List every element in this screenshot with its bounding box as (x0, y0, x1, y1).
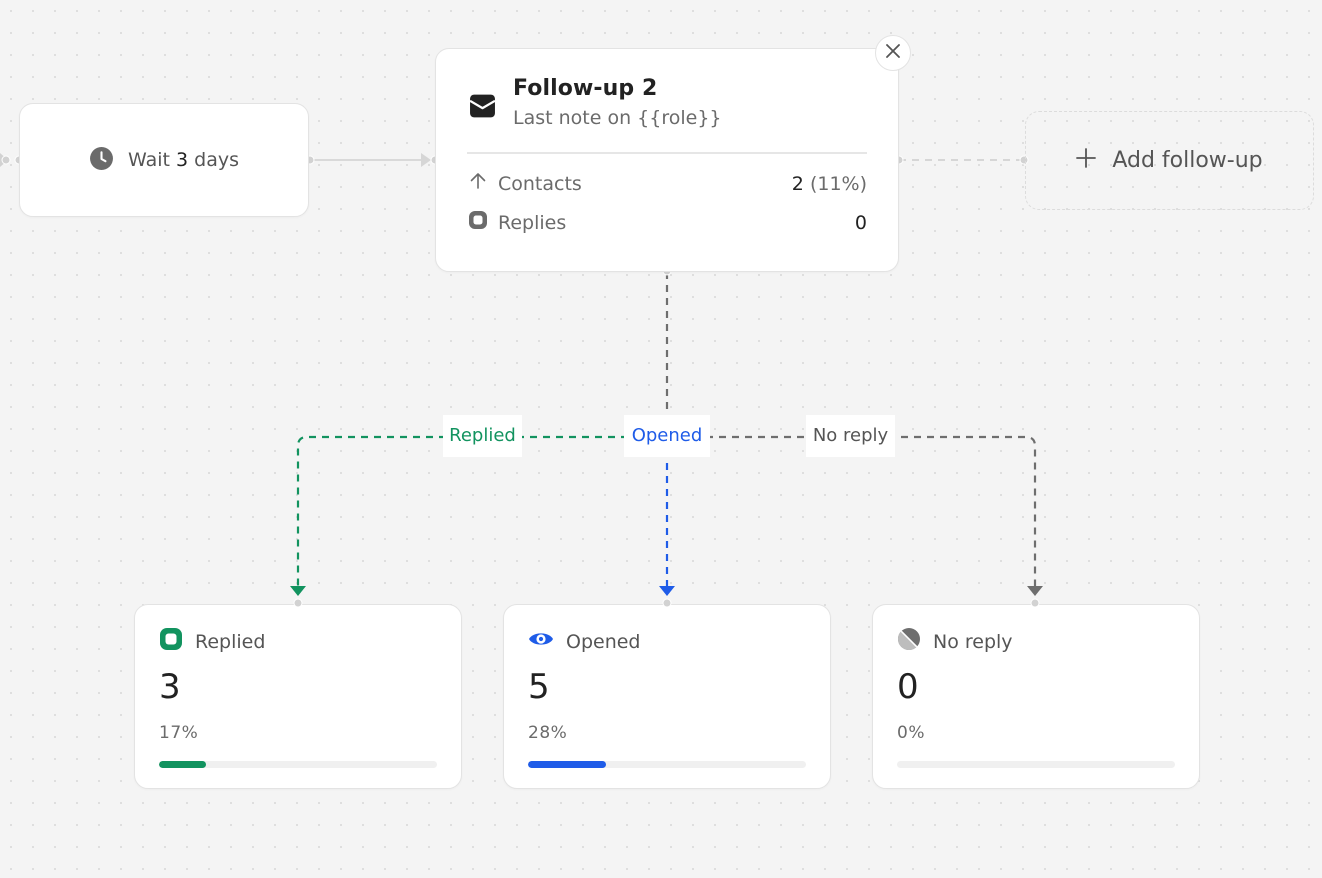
progress-fill (528, 761, 606, 768)
result-label: Replied (195, 630, 266, 653)
envelope-icon (469, 93, 496, 123)
close-button[interactable] (875, 35, 911, 71)
result-percent: 28% (528, 723, 568, 743)
result-count: 0 (897, 667, 919, 707)
edge-branch-replied (296, 435, 667, 588)
reply-bubble-icon (468, 210, 488, 235)
workflow-canvas[interactable]: Wait 3 days Follow-up 2 Last note on {{r… (0, 0, 1322, 878)
close-icon (885, 43, 901, 63)
add-follow-up-label: Add follow-up (1112, 148, 1263, 173)
result-input-port[interactable] (293, 598, 303, 608)
progress-bar (528, 761, 806, 768)
progress-bar (897, 761, 1175, 768)
eye-icon (528, 627, 554, 656)
branch-label-replied[interactable]: Replied (443, 415, 522, 457)
wait-node[interactable]: Wait 3 days (19, 103, 309, 217)
replies-row: Replies 0 (468, 210, 867, 235)
branch-label-no-reply[interactable]: No reply (806, 415, 895, 457)
clock-icon (89, 146, 114, 175)
contacts-row: Contacts 2 (11%) (468, 171, 867, 196)
result-label: No reply (933, 630, 1013, 653)
replies-label: Replies (498, 211, 567, 234)
result-input-port[interactable] (662, 598, 672, 608)
no-reply-icon (897, 627, 921, 656)
result-label: Opened (566, 630, 641, 653)
progress-fill (159, 761, 207, 768)
step-title: Follow-up 2 (513, 76, 658, 101)
add-follow-up-button[interactable]: Add follow-up (1025, 111, 1314, 210)
contacts-label: Contacts (498, 172, 582, 195)
branch-label-opened[interactable]: Opened (624, 415, 710, 457)
result-node-opened[interactable]: Opened 5 28% (503, 604, 831, 789)
result-input-port[interactable] (1030, 598, 1040, 608)
follow-up-step-node[interactable]: Follow-up 2 Last note on {{role}} Contac… (435, 48, 899, 272)
result-count: 3 (159, 667, 181, 707)
wait-amount: 3 (176, 149, 189, 171)
result-percent: 17% (159, 723, 199, 743)
result-percent: 0% (897, 723, 925, 743)
edge-arrow-head (421, 153, 431, 167)
reply-bubble-icon (159, 627, 183, 656)
contacts-value: 2 (11%) (791, 172, 867, 195)
arrow-up-icon (468, 171, 488, 196)
wait-label: Wait 3 days (128, 149, 239, 171)
step-subtitle: Last note on {{role}} (513, 107, 722, 129)
plus-icon (1076, 147, 1097, 174)
progress-bar (159, 761, 437, 768)
edge-branch-no-reply (667, 435, 1037, 588)
replies-value: 0 (854, 211, 867, 234)
divider (467, 152, 867, 154)
result-node-replied[interactable]: Replied 3 17% (134, 604, 462, 789)
result-count: 5 (528, 667, 550, 707)
result-node-no-reply[interactable]: No reply 0 0% (872, 604, 1200, 789)
port[interactable] (1, 155, 11, 165)
